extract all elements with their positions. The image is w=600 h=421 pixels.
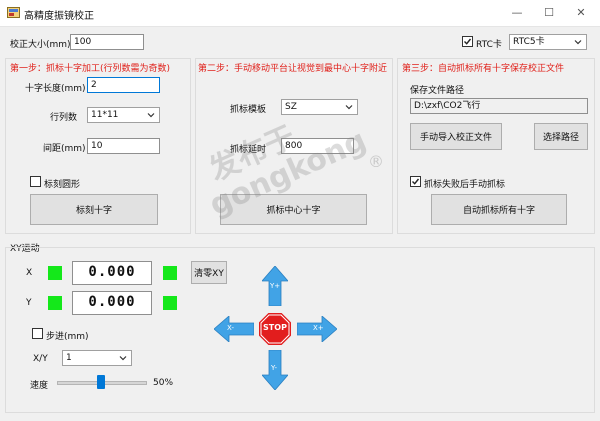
arrow-left-icon [213, 315, 255, 343]
app-icon [7, 7, 20, 18]
calib-size-input[interactable]: 100 [70, 34, 144, 50]
y-axis-label: Y [26, 298, 32, 308]
rtc-card-select-value: RTC5卡 [513, 37, 545, 47]
manual-on-fail-checkbox[interactable] [410, 176, 421, 187]
cross-length-label: 十字长度(mm) [25, 84, 86, 94]
speed-slider[interactable] [57, 374, 147, 392]
chevron-down-icon [574, 40, 582, 45]
x-led-indicator [48, 266, 62, 280]
choose-path-button[interactable]: 选择路径 [534, 123, 588, 150]
step-mode-label: 步进(mm) [46, 332, 89, 342]
close-button[interactable]: ✕ [567, 3, 595, 23]
x-position-readout: 0.000 [72, 261, 152, 285]
step3-title: 第三步：自动抓标所有十字保存校正文件 [402, 64, 565, 74]
watermark-registered-mark: ® [368, 152, 384, 171]
y-position-readout: 0.000 [72, 291, 152, 315]
mark-circle-label: 标刻圆形 [44, 180, 81, 190]
y-led-indicator-right [163, 296, 177, 310]
window-title: 高精度振镜校正 [24, 11, 94, 22]
spacing-label: 间距(mm) [43, 144, 86, 154]
checkmark-icon [464, 38, 472, 45]
jog-x-minus-label: X- [227, 324, 234, 332]
step-mode-checkbox[interactable] [32, 328, 43, 339]
jog-x-minus-button[interactable]: X- [213, 315, 255, 343]
xy-select-label: X/Y [33, 354, 48, 364]
stop-button[interactable]: STOP [259, 313, 291, 345]
x-led-indicator-right [163, 266, 177, 280]
spacing-input[interactable]: 10 [87, 138, 160, 154]
rtc-card-checkbox[interactable] [462, 36, 473, 47]
x-axis-label: X [26, 268, 33, 278]
rows-cols-select[interactable]: 11*11 [87, 107, 160, 123]
checkmark-icon [412, 178, 420, 185]
step2-title: 第二步：手动移动平台让视觉到最中心十字附近 [198, 64, 388, 74]
chevron-down-icon [147, 113, 155, 118]
rows-cols-label: 行列数 [50, 113, 78, 123]
chevron-down-icon [119, 356, 127, 361]
manual-on-fail-label: 抓标失败后手动抓标 [424, 180, 506, 190]
rtc-card-label: RTC卡 [476, 40, 502, 50]
mark-cross-button[interactable]: 标刻十字 [30, 194, 158, 225]
maximize-button[interactable]: ☐ [535, 3, 563, 23]
calib-size-label: 校正大小(mm) [10, 40, 71, 50]
rows-cols-select-value: 11*11 [91, 110, 119, 120]
template-label: 抓标模板 [230, 105, 267, 115]
step1-title: 第一步：抓标十字加工(行列数需为奇数) [10, 64, 171, 74]
jog-x-plus-button[interactable]: X+ [296, 315, 338, 343]
step-size-select[interactable]: 1 [62, 350, 132, 366]
minimize-button[interactable]: — [503, 3, 531, 23]
speed-slider-thumb[interactable] [97, 375, 105, 389]
save-path-label: 保存文件路径 [410, 86, 465, 96]
import-calib-file-button[interactable]: 手动导入校正文件 [410, 123, 502, 150]
stop-label: STOP [263, 323, 287, 332]
zero-xy-button[interactable]: 清零XY [191, 261, 227, 284]
mark-circle-checkbox[interactable] [30, 176, 41, 187]
jog-y-minus-label: Y- [271, 364, 277, 372]
rtc-card-select[interactable]: RTC5卡 [509, 34, 587, 50]
title-bar: 高精度振镜校正 — ☐ ✕ [0, 0, 600, 27]
jog-y-plus-label: Y+ [270, 282, 281, 290]
jog-y-minus-button[interactable]: Y- [261, 349, 289, 391]
step-size-select-value: 1 [66, 353, 72, 363]
cross-length-input[interactable]: 2 [87, 77, 160, 93]
speed-percent: 50% [153, 378, 174, 388]
speed-label: 速度 [30, 381, 49, 391]
y-led-indicator [48, 296, 62, 310]
auto-grab-all-button[interactable]: 自动抓标所有十字 [431, 194, 567, 225]
jog-x-plus-label: X+ [313, 324, 324, 332]
save-path-field[interactable]: D:\zxf\CO2飞行 [410, 98, 588, 114]
template-select-value: SZ [285, 102, 297, 112]
jog-y-plus-button[interactable]: Y+ [261, 265, 289, 307]
